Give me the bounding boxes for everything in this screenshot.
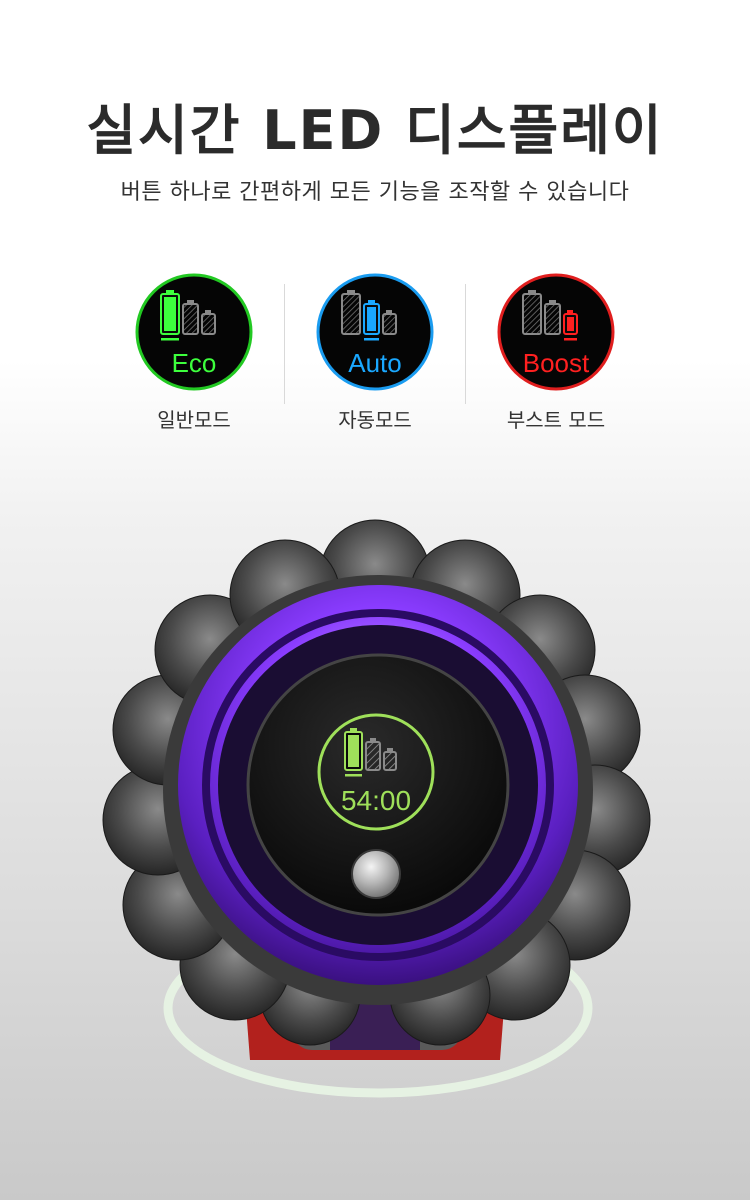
mode-divider: [465, 284, 466, 404]
mode-list: Eco 일반모드 Auto 자동모드 Boost 부스트 모드: [0, 272, 750, 442]
mode-divider: [284, 284, 285, 404]
mode-auto: Auto 자동모드: [295, 272, 455, 433]
eco-mode-label: 일반모드: [157, 408, 231, 432]
eco-badge-text: Eco: [172, 348, 217, 378]
auto-mode-badge: Auto: [316, 273, 434, 391]
boost-badge-text: Boost: [523, 348, 590, 378]
page-subtitle: 버튼 하나로 간편하게 모든 기능을 조작할 수 있습니다: [120, 180, 630, 205]
mode-button[interactable]: [351, 849, 401, 899]
display-runtime: 54:00: [341, 785, 411, 816]
boost-mode-badge: Boost: [497, 273, 615, 391]
vacuum-display-illustration: 54:00: [102, 519, 651, 1098]
mode-eco: Eco 일반모드: [114, 272, 274, 433]
page-title: 실시간 LED 디스플레이: [86, 99, 664, 162]
auto-badge-text: Auto: [348, 348, 402, 378]
boost-mode-label: 부스트 모드: [506, 408, 606, 432]
auto-mode-label: 자동모드: [338, 408, 412, 432]
eco-mode-badge: Eco: [135, 273, 253, 391]
mode-boost: Boost 부스트 모드: [476, 272, 636, 433]
